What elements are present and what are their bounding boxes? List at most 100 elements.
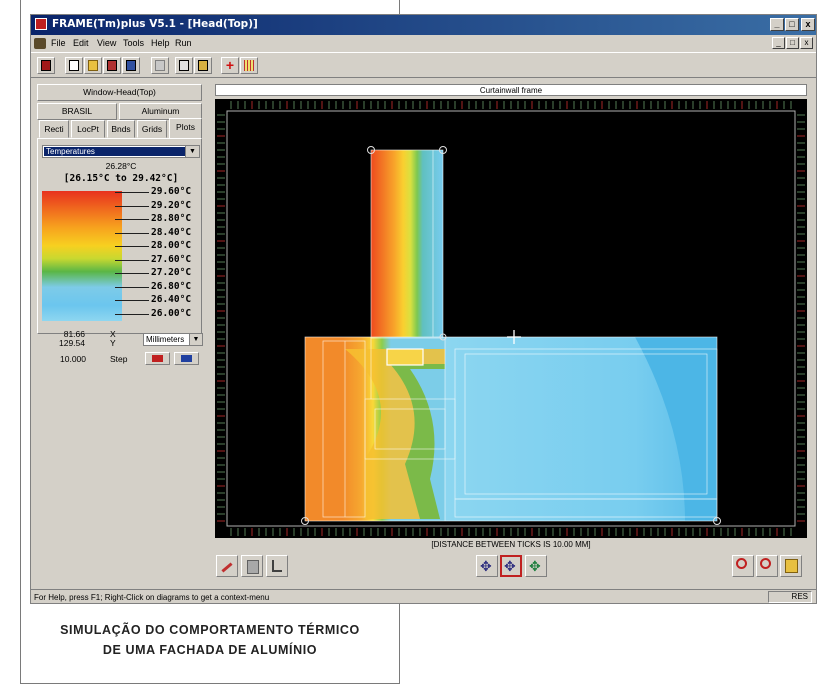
new-file-icon xyxy=(69,60,79,71)
chevron-down-icon[interactable]: ▼ xyxy=(189,334,202,345)
units-select[interactable]: Millimeters ▼ xyxy=(143,333,203,346)
y-coordinate: 129.54 xyxy=(59,338,85,348)
zoom-out-icon xyxy=(760,558,771,569)
legend-label: 27.20°C xyxy=(151,267,192,278)
arrow-left-icon xyxy=(152,355,163,362)
status-mode: RES xyxy=(768,591,812,603)
caption-line-1: SIMULAÇÃO DO COMPORTAMENTO TÉRMICO xyxy=(60,623,360,637)
pan-selected-button[interactable]: ✥ xyxy=(500,555,522,577)
calc-button[interactable] xyxy=(175,57,193,74)
legend-tick xyxy=(115,286,149,288)
y-label: Y xyxy=(110,338,116,348)
tab-locpt[interactable]: LocPt xyxy=(71,120,105,138)
mdi-close-button[interactable]: x xyxy=(800,37,813,49)
country-button[interactable]: BRASIL xyxy=(37,103,117,120)
open-button[interactable] xyxy=(84,57,102,74)
step-down-button[interactable] xyxy=(145,352,170,365)
menu-file[interactable]: File xyxy=(51,38,66,48)
menu-bar: File Edit View Tools Help Run _ □ x xyxy=(31,35,816,52)
corner-button[interactable] xyxy=(266,555,288,577)
legend-label: 26.00°C xyxy=(151,307,192,319)
legend-tick xyxy=(115,232,149,234)
legend-label: 29.20°C xyxy=(151,199,192,211)
app-icon xyxy=(35,18,47,30)
zoom-out-button[interactable] xyxy=(756,555,778,577)
toolbar: + xyxy=(31,52,816,78)
thermal-break xyxy=(386,348,424,366)
step-up-button[interactable] xyxy=(174,352,199,365)
library-button[interactable] xyxy=(103,57,121,74)
tab-bnds[interactable]: Bnds xyxy=(107,120,135,138)
plot-type-value: Temperatures xyxy=(44,147,185,156)
tab-grids[interactable]: Grids xyxy=(137,120,167,138)
document-icon xyxy=(34,38,46,49)
new-button[interactable] xyxy=(65,57,83,74)
info-icon xyxy=(785,559,798,573)
menu-help[interactable]: Help xyxy=(151,38,170,48)
thermal-drawing[interactable] xyxy=(215,99,807,538)
tab-plots[interactable]: Plots xyxy=(169,118,202,139)
tab-recti[interactable]: Recti xyxy=(39,120,69,138)
mdi-restore-button[interactable]: □ xyxy=(786,37,799,49)
legend-label: 27.60°C xyxy=(151,253,192,265)
report-icon xyxy=(198,60,208,71)
save-button[interactable] xyxy=(122,57,140,74)
app-window: FRAME(Tm)plus V5.1 - [Head(Top)] _ □ x F… xyxy=(30,14,817,604)
frame-button[interactable] xyxy=(37,57,55,74)
legend-tick xyxy=(115,205,149,207)
temperature-legend-bar xyxy=(42,191,122,321)
legend-tick xyxy=(115,300,149,301)
legend-label: 28.00°C xyxy=(151,240,192,251)
material-button-tool[interactable] xyxy=(241,555,263,577)
print-icon xyxy=(155,60,165,71)
close-button[interactable]: x xyxy=(801,18,815,31)
figure-caption: SIMULAÇÃO DO COMPORTAMENTO TÉRMICO DE UM… xyxy=(20,620,400,660)
report-button[interactable] xyxy=(194,57,212,74)
scale-note: [DISTANCE BETWEEN TICKS IS 10.00 MM] xyxy=(431,540,591,549)
library-icon xyxy=(107,60,117,71)
chevron-down-icon[interactable]: ▼ xyxy=(185,146,199,157)
minimize-button[interactable]: _ xyxy=(770,18,784,31)
menu-edit[interactable]: Edit xyxy=(73,38,89,48)
window-title: FRAME(Tm)plus V5.1 - [Head(Top)] xyxy=(52,18,258,30)
draw-tool-button[interactable] xyxy=(216,555,238,577)
arrow-right-icon xyxy=(181,355,192,362)
menu-run[interactable]: Run xyxy=(175,38,192,48)
project-header: Window-Head(Top) xyxy=(37,84,202,101)
legend-label: 26.40°C xyxy=(151,294,192,305)
step-value: 10.000 xyxy=(60,354,86,364)
legend-tick xyxy=(115,219,149,220)
info-button[interactable] xyxy=(780,555,802,577)
plot-type-select[interactable]: Temperatures ▼ xyxy=(42,145,200,158)
caption-line-2: DE UMA FACHADA DE ALUMÍNIO xyxy=(102,643,318,657)
maximize-button[interactable]: □ xyxy=(785,18,799,31)
menu-tools[interactable]: Tools xyxy=(123,38,144,48)
mdi-minimize-button[interactable]: _ xyxy=(772,37,785,49)
calc-icon xyxy=(179,60,189,71)
legend-tick xyxy=(115,192,149,193)
save-icon xyxy=(126,60,136,71)
zoom-fit-button[interactable]: ✥ xyxy=(525,555,547,577)
menu-view[interactable]: View xyxy=(97,38,116,48)
legend-tick xyxy=(115,313,149,315)
pan-button[interactable]: ✥ xyxy=(476,555,498,577)
legend-label: 26.80°C xyxy=(151,280,192,292)
pan-selected-icon: ✥ xyxy=(504,558,516,574)
add-button[interactable]: + xyxy=(221,57,239,74)
legend-tick xyxy=(115,259,149,261)
units-value: Millimeters xyxy=(146,335,185,344)
print-button[interactable] xyxy=(151,57,169,74)
zoom-in-button[interactable] xyxy=(732,555,754,577)
temperature-range: [26.15°C to 29.42°C] xyxy=(63,173,179,184)
corner-icon xyxy=(272,560,282,572)
legend-tick xyxy=(115,273,149,274)
legend-label: 29.60°C xyxy=(151,186,192,197)
frame-icon xyxy=(41,60,51,71)
thermal-canvas[interactable] xyxy=(215,99,807,538)
title-bar: FRAME(Tm)plus V5.1 - [Head(Top)] _ □ x xyxy=(31,15,816,35)
current-temperature: 26.28°C xyxy=(105,161,137,171)
grid-button[interactable] xyxy=(240,57,258,74)
add-icon: + xyxy=(225,57,235,73)
draw-tool-icon xyxy=(221,562,233,573)
pan-icon: ✥ xyxy=(480,558,492,574)
